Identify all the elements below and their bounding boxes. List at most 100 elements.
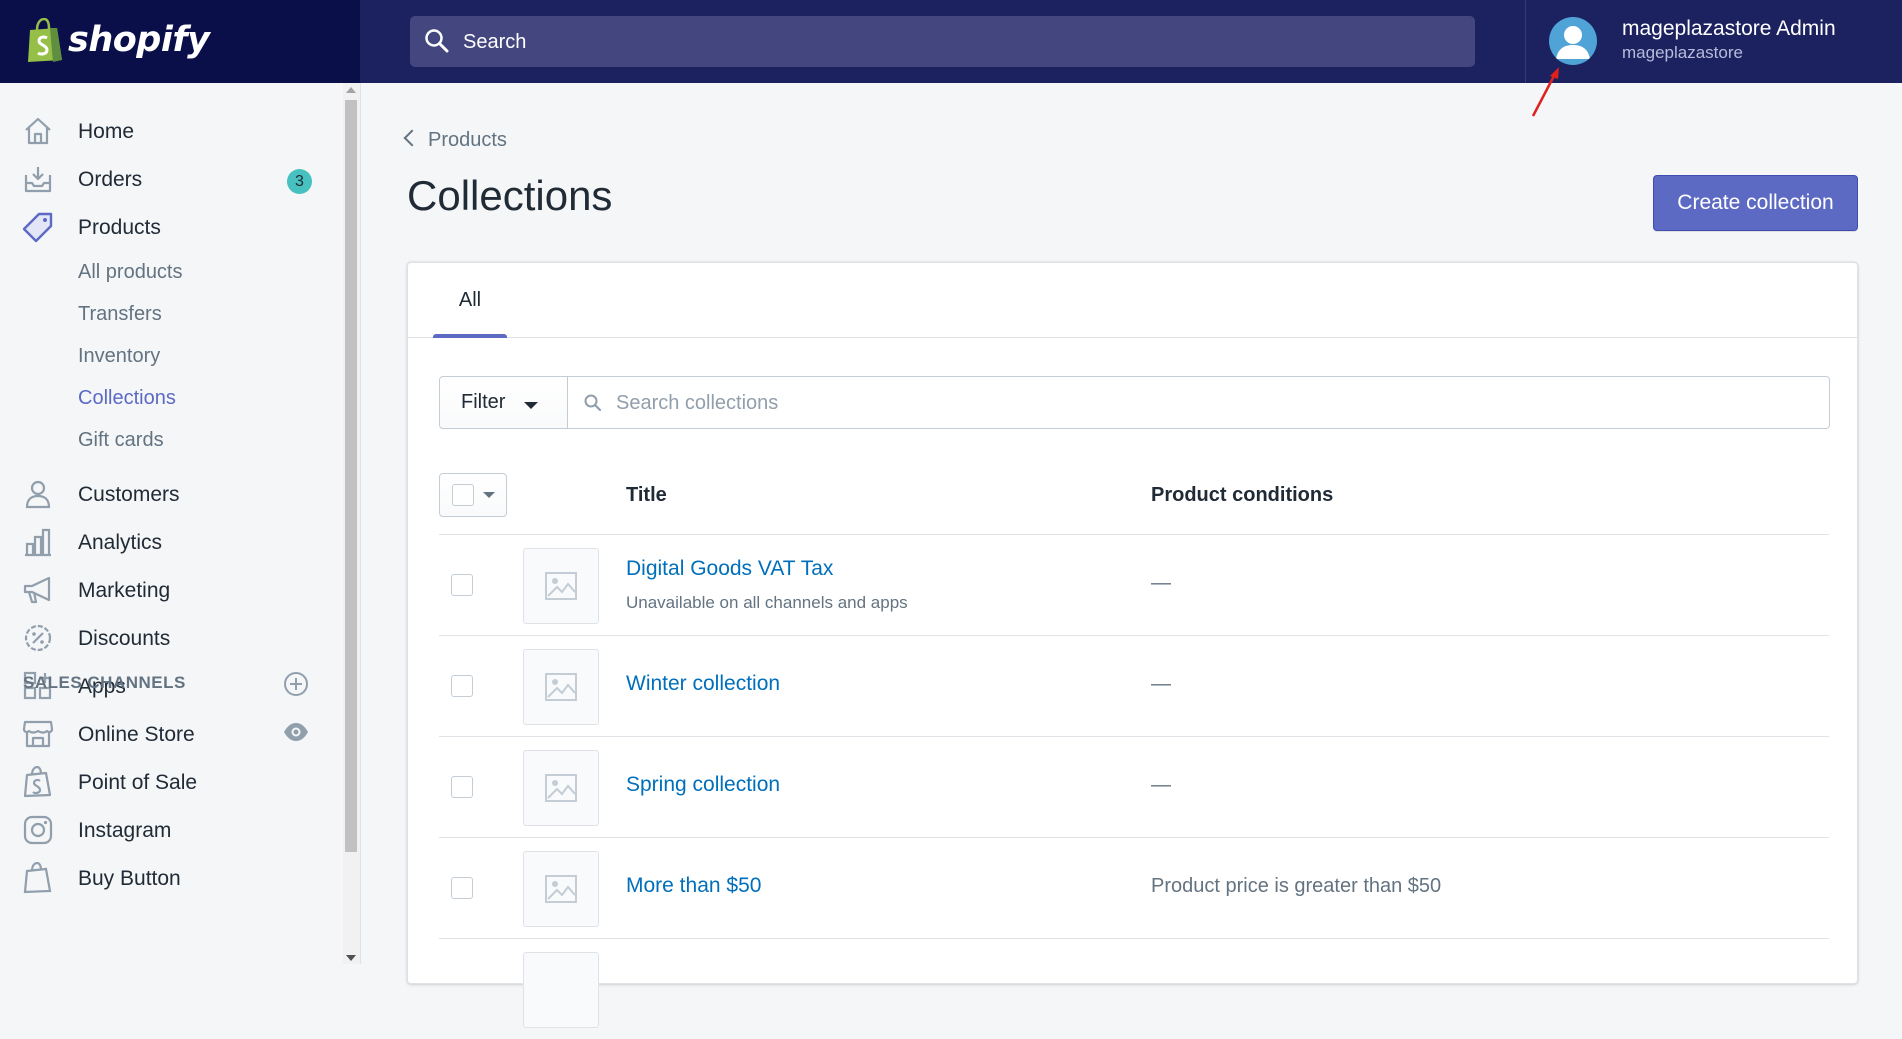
collection-search [566,376,1830,429]
buy-button-icon [23,862,52,894]
sidebar-item-label: Products [78,216,161,239]
sidebar-item-label: Instagram [78,819,172,842]
table-row[interactable]: Digital Goods VAT Tax Unavailable on all… [439,534,1829,635]
collection-link[interactable]: More than $50 [626,874,761,898]
breadcrumb[interactable]: Products [403,129,507,152]
product-conditions: — [1151,673,1171,695]
sidebar-item-orders[interactable]: Orders 3 [0,157,330,201]
sidebar-subitem-inventory[interactable]: Inventory [78,345,160,368]
image-placeholder [523,952,599,1028]
sidebar-item-label: Discounts [78,627,171,650]
person-icon [25,480,51,509]
sidebar-item-point-of-sale[interactable]: Point of Sale [0,760,330,804]
sidebar-item-label: Orders [78,168,143,191]
sidebar-item-label: Analytics [78,531,163,554]
sidebar-item-instagram[interactable]: Instagram [0,808,330,852]
search-icon [584,394,602,412]
home-icon [25,117,51,145]
brand-wordmark: shopify [68,20,210,60]
orders-icon [24,167,52,193]
sidebar-item-label: Customers [78,483,180,506]
row-checkbox[interactable] [451,877,473,899]
product-conditions: — [1151,572,1171,594]
bar-chart-icon [25,528,51,557]
image-icon [545,673,577,701]
sidebar-subitem-collections[interactable]: Collections [78,387,176,410]
table-row[interactable] [439,938,1829,1039]
sidebar-scrollbar-thumb[interactable] [345,100,357,852]
row-checkbox[interactable] [451,574,473,596]
bulk-select-dropdown[interactable] [439,473,507,517]
user-store[interactable]: mageplazastore [1622,43,1743,63]
megaphone-icon [23,576,51,604]
sidebar-item-marketing[interactable]: Marketing [0,568,330,612]
sidebar-item-analytics[interactable]: Analytics [0,520,330,564]
collection-link[interactable]: Spring collection [626,773,780,797]
avatar[interactable] [1549,17,1597,65]
sidebar-item-label: Buy Button [78,867,181,890]
shopify-bag-icon [28,18,62,62]
orders-count-badge: 3 [287,169,312,194]
image-icon [545,572,577,600]
sidebar-subitem-gift-cards[interactable]: Gift cards [78,429,164,452]
table-row[interactable]: Spring collection — [439,736,1829,837]
image-icon [545,774,577,802]
search-label: Search [463,31,527,53]
user-name[interactable]: mageplazastore Admin [1622,17,1836,41]
table-row[interactable]: More than $50 Product price is greater t… [439,837,1829,938]
tab-bar: All [408,263,1857,338]
filter-button[interactable]: Filter [439,376,568,429]
scroll-up-arrow-icon[interactable] [346,87,356,93]
search-collections-input[interactable] [614,387,1818,419]
annotation-arrow-icon [1531,67,1559,117]
scroll-down-arrow-icon[interactable] [346,955,356,961]
sidebar-item-buy-button[interactable]: Buy Button [0,856,330,900]
page-title: Collections [407,172,613,219]
discount-icon [24,624,52,652]
sidebar-item-label: Online Store [78,723,195,746]
global-search[interactable]: Search [410,16,1475,67]
sidebar-item-online-store[interactable]: Online Store [0,712,330,756]
row-checkbox[interactable] [451,776,473,798]
eye-icon[interactable] [283,719,309,745]
tag-icon [22,212,53,243]
top-bar: shopify Search mageplazastore Admin mage… [0,0,1902,83]
sidebar-item-label: Home [78,120,135,143]
image-icon [545,875,577,903]
sidebar: Home Orders 3 Products All products Tran… [0,83,361,964]
product-conditions: Product price is greater than $50 [1151,875,1442,897]
create-collection-button[interactable]: Create collection [1653,175,1858,231]
row-checkbox[interactable] [451,675,473,697]
sidebar-subitem-transfers[interactable]: Transfers [78,303,162,326]
divider [1525,0,1526,83]
tab-all[interactable]: All [433,263,507,338]
add-channel-icon[interactable] [283,671,309,697]
store-icon [22,720,54,748]
instagram-icon [23,815,53,845]
tab-label: All [458,289,482,311]
sidebar-subitem-all-products[interactable]: All products [78,261,183,284]
pos-bag-icon [23,766,52,798]
sales-channels-heading: SALES CHANNELS [23,673,186,692]
filter-label: Filter [461,391,506,413]
caret-down-icon [524,402,538,409]
product-conditions: — [1151,774,1171,796]
sidebar-item-discounts[interactable]: Discounts [0,616,330,660]
image-placeholder [523,548,599,624]
collection-link[interactable]: Winter collection [626,672,780,696]
image-placeholder [523,851,599,927]
collection-link[interactable]: Digital Goods VAT Tax [626,557,833,581]
breadcrumb-label: Products [428,129,507,151]
column-header-title[interactable]: Title [626,484,667,507]
search-icon [425,29,449,53]
sidebar-item-customers[interactable]: Customers [0,472,330,516]
sidebar-item-label: Point of Sale [78,771,198,794]
sidebar-item-home[interactable]: Home [0,109,330,153]
table-row[interactable]: Winter collection — [439,635,1829,736]
select-all-checkbox[interactable] [452,484,474,506]
sidebar-item-products[interactable]: Products [0,205,330,249]
collection-availability: Unavailable on all channels and apps [626,593,908,612]
column-header-conditions: Product conditions [1151,484,1334,506]
user-icon [1556,26,1590,59]
shopify-logo[interactable]: shopify [0,0,360,83]
